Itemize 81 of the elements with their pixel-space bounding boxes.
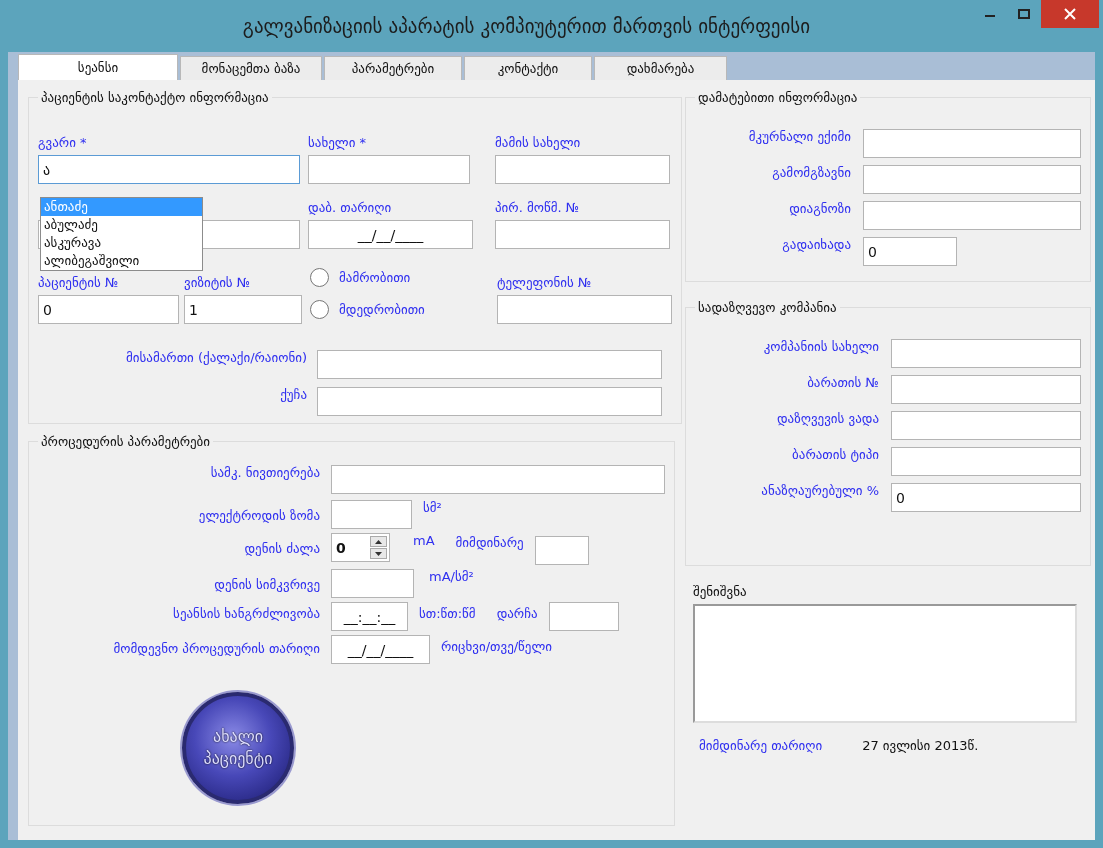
- field-label: დენის ძალა: [243, 541, 320, 556]
- text-field[interactable]: [331, 569, 414, 598]
- current-date: 27 ივლისი 2013წ.: [862, 738, 979, 753]
- text-field[interactable]: 1: [184, 295, 302, 324]
- field-label: მისამართი (ქალაქი/რაიონი): [125, 350, 307, 365]
- close-button[interactable]: [1041, 0, 1099, 28]
- tab[interactable]: კონტაქტი: [464, 56, 592, 80]
- unit-label: mA: [413, 533, 435, 548]
- text-field[interactable]: [863, 165, 1081, 194]
- field-label: დენის სიმკვრივე: [213, 577, 320, 592]
- field-label: ბარათის ტიპი: [791, 447, 879, 462]
- text-field[interactable]: [891, 447, 1081, 476]
- text-field[interactable]: [891, 375, 1081, 404]
- field-label: გადაიხადა: [781, 237, 851, 252]
- field-label: პირ. მოწმ. №: [495, 200, 581, 215]
- text-field[interactable]: [495, 220, 670, 249]
- field-label: სამკ. ნივთიერება: [209, 465, 320, 480]
- text-field[interactable]: [548, 602, 619, 631]
- close-icon: [1064, 8, 1076, 20]
- group-title: პროცედურის პარამეტრები: [40, 434, 212, 449]
- tab[interactable]: დახმარება: [594, 56, 727, 80]
- text-field[interactable]: [497, 295, 672, 324]
- field-label: დიაგნოზი: [788, 201, 851, 216]
- field-label: ელექტროდის ზომა: [197, 508, 320, 523]
- field-label: მამის სახელი: [495, 135, 582, 150]
- text-field[interactable]: __:__:__: [331, 602, 408, 631]
- field-label: ვიზიტის №: [184, 275, 252, 290]
- field-label: ბარათის №: [806, 375, 879, 390]
- group-title: დამატებითი ინფორმაცია: [697, 90, 859, 105]
- text-field[interactable]: 0: [891, 483, 1081, 512]
- field-label: დაბ. თარიღი: [308, 200, 393, 215]
- window-title: გალვანიზაციის აპარატის კომპიუტერით მართვის ინტერფეისი: [241, 15, 812, 37]
- field-label: მკურნალი ექიმი: [747, 129, 851, 144]
- new-patient-button[interactable]: ახალი პაციენტი: [182, 692, 294, 804]
- unit-label: სმ²: [423, 500, 442, 515]
- field-label: ანაზღაურებული %: [760, 483, 879, 498]
- group-title: სადაზღვევო კომპანია: [697, 300, 838, 315]
- field-label: გვარი *: [38, 135, 88, 150]
- field-label: დაზღვევის ვადა: [775, 411, 879, 426]
- note-field[interactable]: [693, 604, 1077, 723]
- text-field[interactable]: [891, 339, 1081, 368]
- radio-label: მდედრობითი: [339, 301, 425, 317]
- unit-label: რიცხვი/თვე/წელი: [441, 639, 553, 654]
- group-title: პაციენტის საკონტაქტო ინფორმაცია: [40, 90, 270, 105]
- text-field[interactable]: [317, 387, 662, 416]
- text-field[interactable]: [317, 350, 662, 379]
- radio-button[interactable]: [310, 299, 329, 319]
- tab[interactable]: მონაცემთა ბაზა: [180, 56, 322, 80]
- text-field[interactable]: [495, 155, 670, 184]
- text-field[interactable]: [534, 536, 589, 565]
- text-field[interactable]: [863, 129, 1081, 158]
- unit-label: სთ:წთ:წმ: [419, 606, 476, 621]
- field-label: დარჩა: [496, 606, 538, 621]
- radio-button[interactable]: [310, 267, 329, 287]
- text-field[interactable]: [331, 465, 665, 494]
- text-field[interactable]: ა: [38, 155, 300, 184]
- text-field[interactable]: [308, 155, 470, 184]
- field-label: სახელი *: [308, 135, 367, 150]
- text-field[interactable]: 0: [38, 295, 179, 324]
- unit-label: mA/სმ²: [429, 569, 474, 584]
- number-spinner[interactable]: 0: [331, 533, 390, 562]
- field-label: მიმდინარე: [455, 535, 524, 550]
- field-label: ტელეფონის №: [497, 275, 593, 290]
- field-label: პაციენტის №: [38, 275, 120, 290]
- text-field[interactable]: [891, 411, 1081, 440]
- field-label: ქუჩა: [279, 387, 307, 402]
- tab[interactable]: პარამეტრები: [324, 56, 462, 80]
- text-field[interactable]: 0: [863, 237, 957, 266]
- field-label: მომდევნო პროცედურის თარიღი: [112, 641, 320, 656]
- date-label: მიმდინარე თარიღი: [699, 738, 823, 753]
- tab[interactable]: სეანსი: [18, 54, 178, 80]
- maximize-icon[interactable]: [1018, 9, 1030, 19]
- field-label: გამომგზავნი: [771, 165, 851, 180]
- field-label: კომპანიის სახელი: [762, 339, 879, 354]
- text-field[interactable]: __/__/____: [331, 635, 430, 664]
- text-field[interactable]: __/__/____: [308, 220, 473, 249]
- radio-label: მამრობითი: [339, 269, 411, 285]
- note-label: შენიშვნა: [693, 584, 748, 599]
- text-field[interactable]: [863, 201, 1081, 230]
- text-field[interactable]: [331, 500, 412, 529]
- field-label: სეანსის ხანგრძლივობა: [172, 606, 320, 621]
